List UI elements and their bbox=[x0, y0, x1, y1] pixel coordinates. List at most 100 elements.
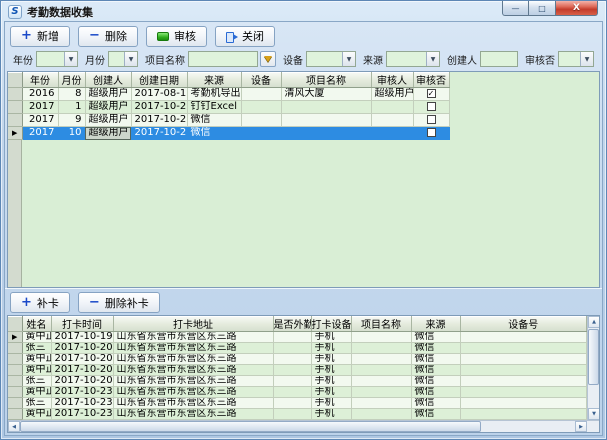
cell-source[interactable]: 微信 bbox=[411, 332, 460, 343]
cell-source[interactable]: 微信 bbox=[411, 409, 460, 420]
punch-row[interactable]: 黄中正 2017-10-20 17:03 山东省东营市东营区东三路 手机 微信 bbox=[8, 365, 587, 376]
punch-row[interactable]: ▶ 黄中正 2017-10-19 8:39: 山东省东营市东营区东三路 手机 微… bbox=[8, 332, 587, 343]
cell-device[interactable] bbox=[241, 88, 281, 101]
cell-outwork[interactable] bbox=[273, 376, 311, 387]
cell-auditor[interactable] bbox=[371, 114, 413, 127]
cell-project[interactable]: 清风大厦 bbox=[281, 88, 371, 101]
minimize-button[interactable]: — bbox=[502, 1, 529, 16]
audited-dropdown[interactable]: ▼ bbox=[558, 51, 594, 67]
cell-source[interactable]: 钉钉Excel bbox=[187, 101, 241, 114]
close-form-button[interactable]: 关闭 bbox=[215, 26, 275, 47]
chevron-down-icon[interactable]: ▼ bbox=[64, 52, 77, 66]
vertical-scrollbar[interactable]: ▲ ▼ bbox=[587, 316, 599, 420]
audited-checkbox[interactable] bbox=[427, 102, 436, 111]
row-selector[interactable] bbox=[8, 398, 22, 409]
cell-outwork[interactable] bbox=[273, 409, 311, 420]
delete-button[interactable]: − 删除 bbox=[78, 26, 138, 47]
project-lookup-button[interactable] bbox=[260, 51, 276, 67]
cell-month[interactable]: 9 bbox=[58, 114, 85, 127]
cell-creator[interactable]: 超级用户 bbox=[85, 127, 131, 140]
cell-device-no[interactable] bbox=[460, 387, 587, 398]
add-button[interactable]: + 新增 bbox=[10, 26, 70, 47]
chevron-down-icon[interactable]: ▼ bbox=[342, 52, 355, 66]
cell-punch-device[interactable]: 手机 bbox=[311, 365, 351, 376]
cell-device[interactable] bbox=[241, 127, 281, 140]
batch-row[interactable]: 2017 1 超级用户 2017-10-25 钉钉Excel bbox=[8, 101, 449, 114]
cell-name[interactable]: 黄中正 bbox=[22, 365, 51, 376]
cell-punch-time[interactable]: 2017-10-20 17:03 bbox=[51, 365, 113, 376]
cell-year[interactable]: 2017 bbox=[22, 101, 58, 114]
month-dropdown[interactable]: ▼ bbox=[108, 51, 138, 67]
cell-device-no[interactable] bbox=[460, 365, 587, 376]
row-selector[interactable] bbox=[8, 387, 22, 398]
cell-month[interactable]: 8 bbox=[58, 88, 85, 101]
scroll-down-icon[interactable]: ▼ bbox=[588, 408, 599, 420]
cell-project[interactable] bbox=[281, 101, 371, 114]
cell-punch-device[interactable]: 手机 bbox=[311, 376, 351, 387]
cell-project[interactable] bbox=[351, 409, 411, 420]
source-dropdown[interactable]: ▼ bbox=[386, 51, 440, 67]
col-punch-device[interactable]: 打卡设备 bbox=[311, 316, 351, 332]
col-audited[interactable]: 审核否 bbox=[413, 72, 449, 88]
punch-row[interactable]: 黄中正 2017-10-23 8:54: 山东省东营市东营区东三路 手机 微信 bbox=[8, 387, 587, 398]
cell-punch-time[interactable]: 2017-10-23 8:54: bbox=[51, 398, 113, 409]
row-selector[interactable] bbox=[8, 409, 22, 420]
cell-punch-device[interactable]: 手机 bbox=[311, 409, 351, 420]
creator-input[interactable] bbox=[480, 51, 518, 67]
cell-punch-address[interactable]: 山东省东营市东营区东三路 bbox=[113, 398, 273, 409]
cell-device[interactable] bbox=[241, 114, 281, 127]
row-selector[interactable] bbox=[8, 88, 22, 101]
row-selector[interactable] bbox=[8, 114, 22, 127]
vertical-scrollbar-track[interactable] bbox=[588, 386, 599, 408]
scroll-up-icon[interactable]: ▲ bbox=[588, 316, 599, 328]
cell-source[interactable]: 微信 bbox=[411, 354, 460, 365]
cell-project[interactable] bbox=[351, 398, 411, 409]
row-selector[interactable] bbox=[8, 376, 22, 387]
cell-project[interactable] bbox=[351, 387, 411, 398]
col-outwork[interactable]: 是否外勤 bbox=[273, 316, 311, 332]
punch-add-button[interactable]: + 补卡 bbox=[10, 292, 70, 313]
cell-punch-address[interactable]: 山东省东营市东营区东三路 bbox=[113, 354, 273, 365]
row-selector[interactable]: ▶ bbox=[8, 127, 22, 140]
row-selector[interactable]: ▶ bbox=[8, 332, 22, 343]
cell-device-no[interactable] bbox=[460, 398, 587, 409]
cell-punch-time[interactable]: 2017-10-20 8:35: bbox=[51, 343, 113, 354]
punch-row[interactable]: 黄中正 2017-10-20 8:35: 山东省东营市东营区东三路 手机 微信 bbox=[8, 354, 587, 365]
cell-punch-device[interactable]: 手机 bbox=[311, 343, 351, 354]
cell-device-no[interactable] bbox=[460, 332, 587, 343]
cell-create-date[interactable]: 2017-10-25 bbox=[131, 101, 187, 114]
year-dropdown[interactable]: ▼ bbox=[36, 51, 78, 67]
cell-name[interactable]: 黄中正 bbox=[22, 354, 51, 365]
cell-source[interactable]: 微信 bbox=[187, 127, 241, 140]
cell-month[interactable]: 10 bbox=[58, 127, 85, 140]
cell-punch-device[interactable]: 手机 bbox=[311, 387, 351, 398]
row-selector[interactable] bbox=[8, 354, 22, 365]
cell-year[interactable]: 2016 bbox=[22, 88, 58, 101]
batch-row[interactable]: ▶ 2017 10 超级用户 2017-10-25 微信 bbox=[8, 127, 449, 140]
cell-punch-address[interactable]: 山东省东营市东营区东三路 bbox=[113, 365, 273, 376]
cell-create-date[interactable]: 2017-10-25 bbox=[131, 114, 187, 127]
device-dropdown[interactable]: ▼ bbox=[306, 51, 356, 67]
cell-creator[interactable]: 超级用户 bbox=[85, 101, 131, 114]
row-selector[interactable] bbox=[8, 101, 22, 114]
col-project[interactable]: 项目名称 bbox=[351, 316, 411, 332]
cell-source[interactable]: 微信 bbox=[411, 376, 460, 387]
cell-year[interactable]: 2017 bbox=[22, 127, 58, 140]
cell-name[interactable]: 黄中正 bbox=[22, 387, 51, 398]
cell-source[interactable]: 微信 bbox=[411, 387, 460, 398]
close-button[interactable]: X bbox=[556, 1, 598, 16]
chevron-down-icon[interactable]: ▼ bbox=[580, 52, 593, 66]
horizontal-scrollbar-track[interactable] bbox=[481, 421, 575, 432]
cell-punch-address[interactable]: 山东省东营市东营区东三路 bbox=[113, 376, 273, 387]
col-source[interactable]: 来源 bbox=[187, 72, 241, 88]
cell-source[interactable]: 微信 bbox=[187, 114, 241, 127]
cell-outwork[interactable] bbox=[273, 365, 311, 376]
chevron-down-icon[interactable]: ▼ bbox=[124, 52, 137, 66]
maximize-button[interactable]: □ bbox=[529, 1, 556, 16]
cell-create-date[interactable]: 2017-10-25 bbox=[131, 127, 187, 140]
cell-punch-address[interactable]: 山东省东营市东营区东三路 bbox=[113, 343, 273, 354]
cell-auditor[interactable] bbox=[371, 101, 413, 114]
cell-project[interactable] bbox=[351, 354, 411, 365]
col-name[interactable]: 姓名 bbox=[22, 316, 51, 332]
cell-device-no[interactable] bbox=[460, 343, 587, 354]
